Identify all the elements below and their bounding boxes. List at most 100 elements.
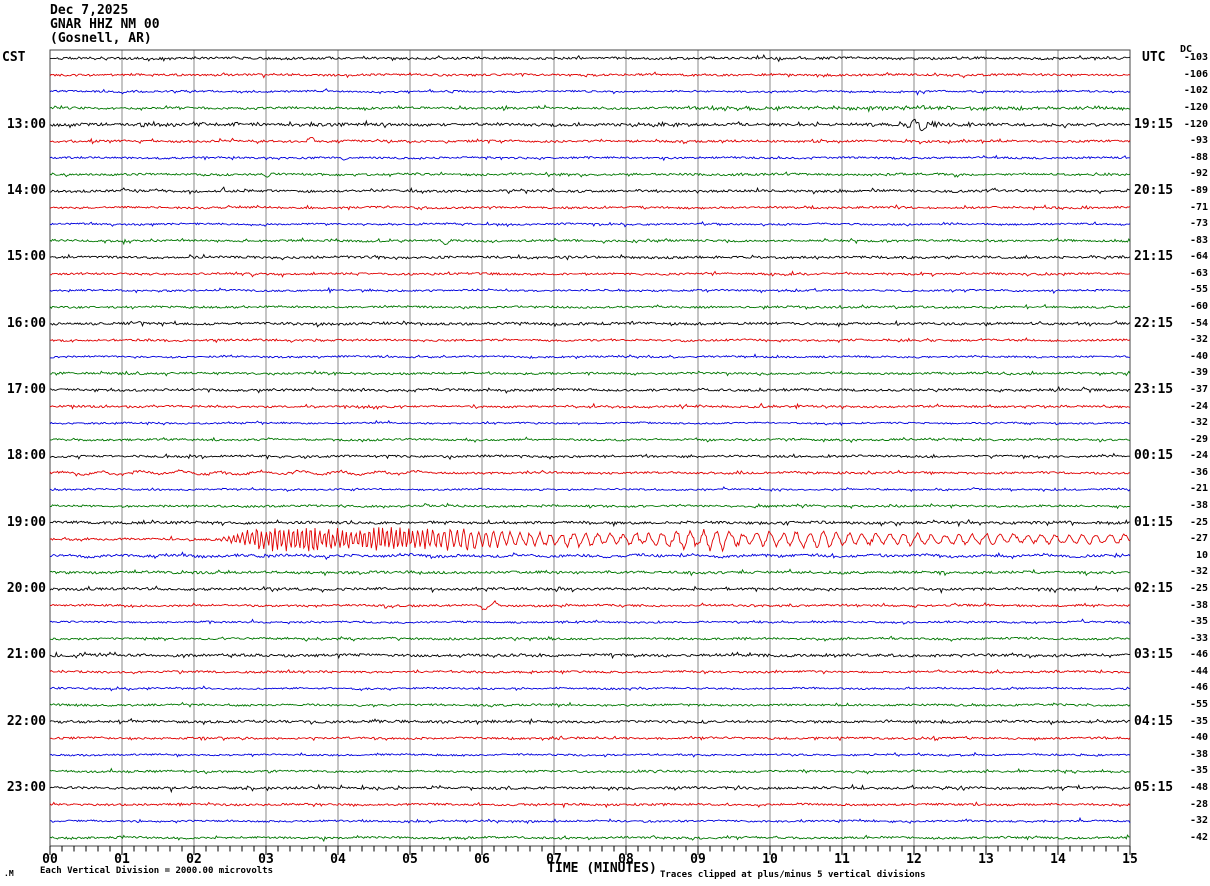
x-tick-label: 02 [186, 852, 202, 867]
seismogram-trace [49, 469, 1131, 477]
dc-value: -88 [1189, 151, 1208, 163]
right-hour-label: 20:15 [1134, 182, 1174, 198]
dc-value: -27 [1189, 533, 1208, 545]
dc-value: -73 [1189, 218, 1208, 230]
left-hour-label: 21:00 [6, 647, 46, 663]
dc-value: -35 [1189, 616, 1208, 628]
left-hour-label: 16:00 [6, 315, 46, 331]
seismogram-trace [49, 701, 1131, 708]
seismogram-trace [49, 253, 1131, 261]
seismogram-trace [49, 353, 1131, 360]
seismogram-plot [49, 49, 1131, 855]
seismogram-trace [49, 551, 1131, 561]
dc-value: -92 [1189, 168, 1208, 180]
dc-value: -35 [1189, 715, 1208, 727]
seismogram-trace [49, 237, 1131, 246]
helicorder-page: { "header": { "date": "Dec 7,2025", "sta… [0, 0, 1210, 886]
seismogram-trace [49, 599, 1131, 611]
seismogram-trace [49, 221, 1131, 228]
dc-value: -37 [1189, 383, 1208, 395]
dc-value: -46 [1189, 682, 1208, 694]
seismogram-trace [49, 419, 1131, 427]
seismogram-trace [49, 717, 1131, 726]
dc-value: -54 [1189, 317, 1208, 329]
x-tick-label: 11 [834, 852, 850, 867]
dc-value: -32 [1189, 334, 1208, 346]
dc-value: -46 [1189, 649, 1208, 661]
seismogram-trace [49, 204, 1131, 211]
dc-value: -102 [1183, 85, 1208, 97]
x-tick-label: 15 [1122, 852, 1138, 867]
dc-value: -36 [1189, 466, 1208, 478]
left-hour-label: 20:00 [6, 580, 46, 596]
left-hour-label: 13:00 [6, 116, 46, 132]
dc-value: -33 [1189, 632, 1208, 644]
dc-value: -40 [1189, 732, 1208, 744]
header-location: (Gosnell, AR) [50, 31, 152, 46]
dc-value: -25 [1189, 582, 1208, 594]
dc-value: -120 [1183, 102, 1208, 114]
seismogram-trace [49, 136, 1131, 145]
right-timezone-label: UTC [1142, 50, 1166, 65]
dc-value: -40 [1189, 350, 1208, 362]
seismogram-trace [49, 618, 1131, 625]
dc-value: -25 [1189, 516, 1208, 528]
seismogram-trace [49, 834, 1130, 843]
dc-value: -32 [1189, 815, 1208, 827]
dc-value: 10 [1195, 549, 1208, 561]
dc-value: -29 [1189, 433, 1208, 445]
dc-value: -93 [1189, 135, 1208, 147]
seismogram-trace [49, 319, 1131, 328]
seismogram-trace [49, 767, 1131, 775]
seismogram-trace [49, 568, 1131, 577]
left-hour-label: 14:00 [6, 182, 46, 198]
seismogram-trace [50, 816, 1131, 825]
dc-value: -60 [1189, 301, 1208, 313]
seismogram-trace [49, 751, 1131, 758]
seismogram-trace [49, 783, 1131, 794]
seismogram-trace [49, 337, 1131, 344]
left-hour-label: 15:00 [6, 249, 46, 265]
scale-note: Each Vertical Division = 2000.00 microvo… [40, 866, 273, 876]
right-hour-label: 03:15 [1134, 647, 1174, 663]
seismogram-trace [49, 651, 1131, 660]
dc-value: -64 [1189, 251, 1208, 263]
x-tick-label: 12 [906, 852, 922, 867]
seismogram-trace [49, 186, 1131, 195]
seismogram-trace [49, 452, 1130, 461]
dc-value: -71 [1189, 201, 1208, 213]
seismogram-trace [49, 154, 1130, 162]
seismogram-trace [49, 88, 1131, 96]
dc-value: -120 [1183, 118, 1208, 130]
x-tick-label: 06 [474, 852, 490, 867]
seismogram-trace [49, 402, 1131, 410]
seismogram-trace [50, 502, 1131, 510]
seismogram-trace [49, 171, 1131, 178]
right-hour-label: 04:15 [1134, 713, 1174, 729]
seismogram-trace [49, 286, 1131, 295]
dc-value: -28 [1189, 798, 1208, 810]
left-hour-label: 22:00 [6, 713, 46, 729]
left-hour-label: 23:00 [6, 779, 46, 795]
seismogram-trace [49, 801, 1131, 809]
x-tick-label: 00 [42, 852, 58, 867]
left-hour-label: 18:00 [6, 448, 46, 464]
x-tick-label: 13 [978, 852, 994, 867]
clip-note: Traces clipped at plus/minus 5 vertical … [660, 870, 926, 880]
header-station: GNAR HHZ NM 00 [50, 17, 160, 32]
dc-value: -55 [1189, 284, 1208, 296]
dc-value: -24 [1189, 450, 1208, 462]
dc-value: -21 [1189, 483, 1208, 495]
watermark-glyph: .M [4, 869, 14, 878]
dc-value: -42 [1189, 831, 1208, 843]
seismogram-trace [49, 303, 1131, 311]
dc-value: -103 [1183, 52, 1208, 64]
seismogram-trace [49, 104, 1131, 113]
seismogram-trace [49, 270, 1131, 278]
left-hour-label: 17:00 [6, 381, 46, 397]
seismogram-trace [49, 669, 1131, 675]
x-tick-label: 01 [114, 852, 130, 867]
seismogram-trace [49, 486, 1131, 493]
seismogram-trace [49, 118, 1131, 132]
dc-value: -35 [1189, 765, 1208, 777]
